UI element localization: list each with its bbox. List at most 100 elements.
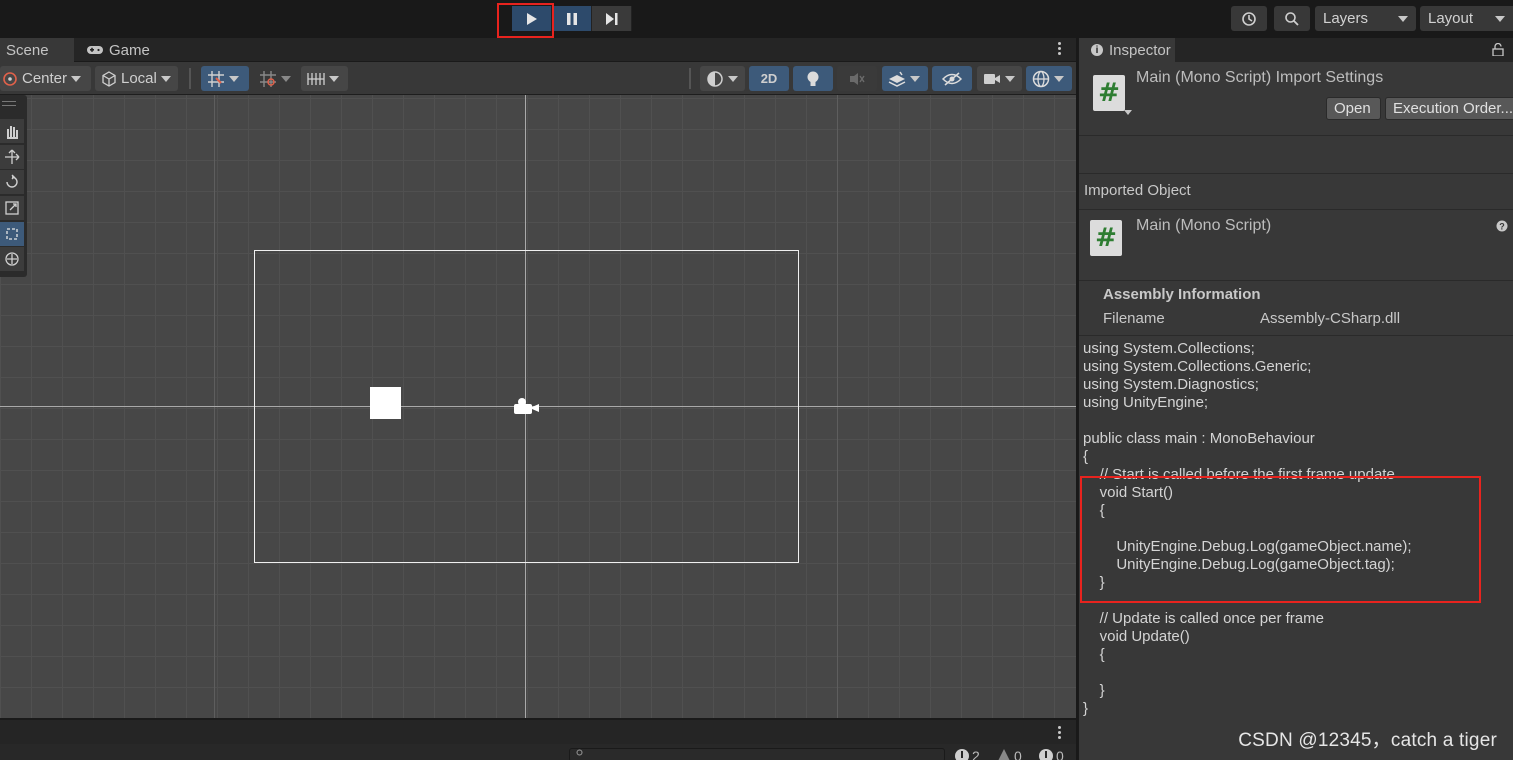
increment-snap-toggle[interactable] xyxy=(253,66,297,91)
scene-menu-icon[interactable] xyxy=(1058,42,1062,57)
warning-counter[interactable]: 0 xyxy=(996,748,1022,760)
layout-label: Layout xyxy=(1428,10,1474,27)
csharp-script-icon: # xyxy=(1093,75,1125,111)
message-count: 0 xyxy=(1056,748,1064,760)
main-toolbar: Layers Layout xyxy=(0,0,1513,38)
scene-tabbar: Scene Game xyxy=(0,38,1076,62)
draw-mode-dropdown[interactable] xyxy=(700,66,745,91)
console-panel: 2 0 0 xyxy=(0,718,1076,760)
chevron-down-icon xyxy=(71,75,82,82)
tab-game-label: Game xyxy=(109,41,150,59)
undo-history-button[interactable] xyxy=(1231,6,1267,31)
move-tool[interactable] xyxy=(0,145,24,169)
layers-dropdown[interactable]: Layers xyxy=(1315,6,1416,31)
eye-slash-icon xyxy=(942,71,962,86)
code-highlight-box xyxy=(1080,476,1481,603)
step-button[interactable] xyxy=(592,6,632,31)
step-icon xyxy=(605,12,617,25)
svg-text:?: ? xyxy=(1499,222,1505,232)
message-counter[interactable]: 0 xyxy=(1038,748,1064,760)
execution-order-button[interactable]: Execution Order... xyxy=(1385,97,1513,120)
globe-icon xyxy=(1032,70,1050,87)
inspector-tabbar: i Inspector xyxy=(1079,38,1513,62)
play-button-highlight xyxy=(497,3,554,38)
open-button[interactable]: Open xyxy=(1326,97,1381,120)
ruler-icon xyxy=(307,72,325,85)
scene-toolbar: Center Local 2D xyxy=(0,62,1076,95)
error-counter[interactable]: 2 xyxy=(954,748,980,760)
tab-inspector[interactable]: i Inspector xyxy=(1079,38,1175,62)
layout-dropdown[interactable]: Layout xyxy=(1420,6,1513,31)
chevron-down-icon[interactable] xyxy=(1124,110,1132,115)
warning-count: 0 xyxy=(1014,748,1022,760)
inspector-panel: i Inspector # Main (Mono Script) Import … xyxy=(1078,38,1513,760)
transform-tool[interactable] xyxy=(0,247,24,271)
info-icon xyxy=(1039,749,1053,760)
toolbar-separator xyxy=(689,68,691,89)
audio-toggle[interactable] xyxy=(837,66,877,91)
effects-dropdown[interactable] xyxy=(882,66,928,91)
pause-button[interactable] xyxy=(552,6,592,31)
console-menu-icon[interactable] xyxy=(1058,726,1062,741)
2d-mode-label: 2D xyxy=(760,71,778,86)
chevron-down-icon xyxy=(1495,15,1505,22)
chevron-down-icon xyxy=(160,75,171,82)
divider xyxy=(1079,209,1513,210)
error-icon xyxy=(955,749,969,760)
tab-game[interactable]: Game xyxy=(76,38,160,62)
pivot-mode-dropdown[interactable]: Center xyxy=(0,66,91,91)
help-icon[interactable]: ? xyxy=(1496,220,1508,232)
chevron-down-icon xyxy=(910,75,920,82)
filename-value: Assembly-CSharp.dll xyxy=(1260,310,1401,327)
warning-icon xyxy=(998,749,1010,760)
info-icon: i xyxy=(1091,44,1103,56)
error-count: 2 xyxy=(972,748,980,760)
pause-icon xyxy=(566,12,577,25)
increment-snap-icon xyxy=(260,70,276,87)
rotate-tool[interactable] xyxy=(0,170,24,194)
toolbar-separator xyxy=(189,68,191,89)
tab-scene[interactable]: Scene xyxy=(0,38,74,62)
imported-object-label: Imported Object xyxy=(1084,182,1191,199)
gizmos-dropdown[interactable] xyxy=(1026,66,1072,91)
divider xyxy=(1079,173,1513,174)
video-camera-icon xyxy=(984,73,1000,84)
pivot-space-label: Local xyxy=(121,70,157,87)
pivot-icon xyxy=(3,71,17,86)
2d-mode-toggle[interactable]: 2D xyxy=(749,66,789,91)
rotate-icon xyxy=(6,174,18,188)
grid-snap-toggle[interactable] xyxy=(201,66,249,91)
divider xyxy=(1079,280,1513,281)
search-icon xyxy=(1285,11,1299,26)
scene-panel: Scene Game Center Local 2D xyxy=(0,38,1076,718)
imported-object-name: Main (Mono Script) xyxy=(1136,217,1272,234)
scene-visibility-toggle[interactable] xyxy=(932,66,972,91)
tool-palette xyxy=(0,95,27,277)
console-search-input[interactable] xyxy=(569,748,945,760)
drag-handle[interactable] xyxy=(2,101,16,106)
sprite-object[interactable] xyxy=(370,387,401,419)
camera-settings-dropdown[interactable] xyxy=(977,66,1022,91)
scale-icon xyxy=(5,201,19,215)
shaded-sphere-icon xyxy=(707,70,723,87)
chevron-down-icon xyxy=(1398,15,1408,22)
speaker-muted-icon xyxy=(850,72,865,85)
hand-tool[interactable] xyxy=(0,119,24,143)
camera-gizmo-icon[interactable] xyxy=(512,397,540,417)
history-icon xyxy=(1242,11,1256,26)
lighting-toggle[interactable] xyxy=(793,66,833,91)
rect-tool[interactable] xyxy=(0,222,24,246)
tab-scene-label: Scene xyxy=(6,41,49,59)
layers-stack-icon xyxy=(888,71,906,87)
scene-viewport[interactable] xyxy=(0,95,1076,718)
lock-icon[interactable] xyxy=(1492,43,1504,56)
pivot-space-dropdown[interactable]: Local xyxy=(95,66,178,91)
search-button[interactable] xyxy=(1274,6,1310,31)
scale-tool[interactable] xyxy=(0,196,24,220)
gamepad-icon xyxy=(87,46,103,54)
assembly-info-heading: Assembly Information xyxy=(1103,286,1261,303)
filename-label: Filename xyxy=(1103,310,1165,327)
pivot-mode-label: Center xyxy=(22,70,68,87)
ruler-toggle[interactable] xyxy=(301,66,348,91)
inspector-title: Main (Mono Script) Import Settings xyxy=(1136,69,1384,86)
